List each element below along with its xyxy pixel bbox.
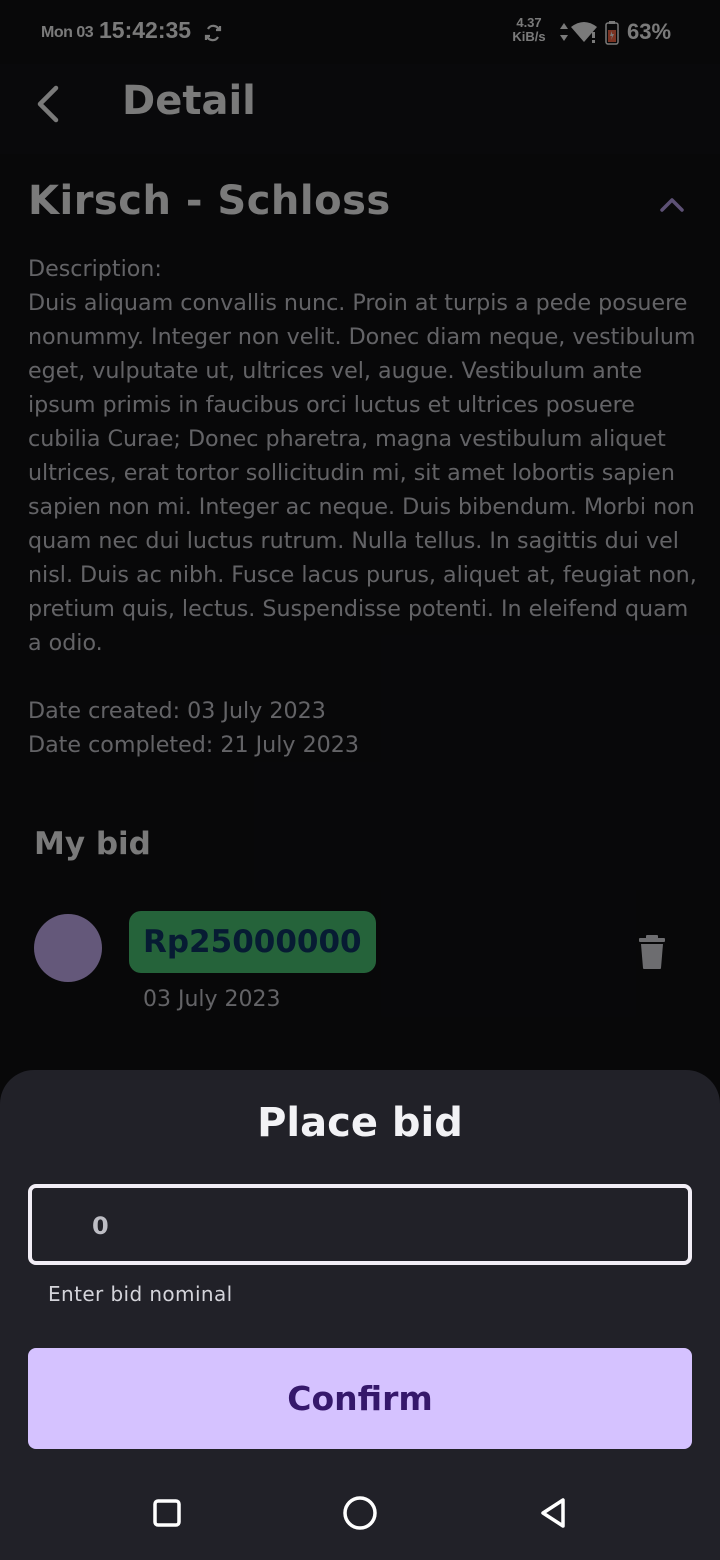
app-bar: Detail [0,64,720,154]
sheet-title: Place bid [257,1100,463,1146]
description-text: Duis aliquam convallis nunc. Proin at tu… [28,290,697,656]
page-title: Detail [122,78,256,124]
bid-date: 03 July 2023 [143,987,281,1012]
battery-percent: 63% [627,19,672,44]
item-title: Kirsch - Schloss [28,178,391,224]
screen: Mon 03 15:42:35 4.37 KiB/s 63% Detail Ki… [0,0,720,1560]
system-nav-bar [0,1470,720,1560]
network-speed-value: 4.37 [516,15,542,30]
trash-icon[interactable] [636,934,668,970]
status-bar: Mon 03 15:42:35 4.37 KiB/s 63% [0,0,720,64]
place-bid-sheet: Place bid Enter bid nominal Confirm [0,1070,720,1560]
bid-input[interactable] [92,1206,652,1246]
triangle-back-icon[interactable] [530,1490,576,1536]
status-time: 15:42:35 [99,17,192,43]
data-transfer-icon [560,23,568,41]
bid-helper-text: Enter bid nominal [48,1282,233,1306]
item-detail: Kirsch - Schloss Description: Duis aliqu… [0,154,720,1070]
avatar [34,914,102,982]
network-speed-unit: KiB/s [512,29,546,44]
battery-icon [605,21,619,45]
description-label: Description: [28,256,162,282]
confirm-button[interactable]: Confirm [28,1348,692,1449]
chevron-left-icon[interactable] [26,80,70,128]
square-icon[interactable] [144,1490,190,1536]
sync-icon [204,24,222,42]
item-dates: Date created: 03 July 2023 Date complete… [28,694,359,762]
chevron-up-icon[interactable] [652,190,692,220]
date-completed: Date completed: 21 July 2023 [28,732,360,758]
item-description: Description: Duis aliquam convallis nunc… [28,252,700,660]
status-date: Mon 03 [41,24,94,41]
bid-amount-badge: Rp25000000 [129,911,376,973]
network-speed: 4.37 KiB/s [508,16,550,44]
wifi-icon [571,22,597,43]
my-bid-title: My bid [34,826,151,862]
bid-input-container [28,1184,692,1265]
circle-icon[interactable] [337,1490,383,1536]
date-created: Date created: 03 July 2023 [28,698,326,724]
